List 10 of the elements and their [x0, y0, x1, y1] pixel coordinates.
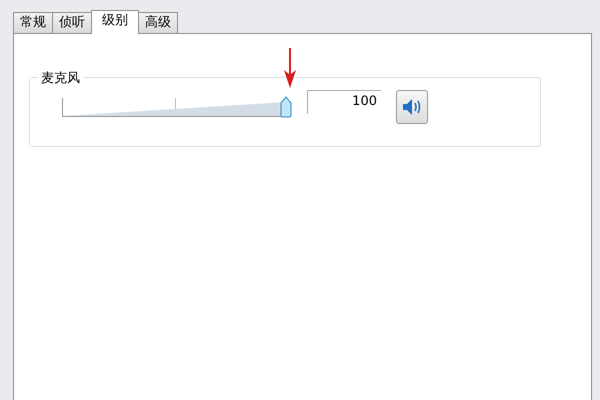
slider-thumb[interactable]	[280, 96, 292, 118]
tab[interactable]: 级别	[91, 10, 139, 34]
level-field[interactable]: 100	[307, 90, 381, 114]
mute-button[interactable]	[396, 90, 428, 124]
tab[interactable]: 侦听	[52, 12, 92, 33]
speaker-icon	[402, 98, 422, 116]
tab[interactable]: 高级	[138, 12, 178, 33]
group-label: 麦克风	[38, 69, 83, 87]
tab[interactable]: 常规	[13, 12, 53, 33]
annotation-arrow	[283, 48, 297, 88]
